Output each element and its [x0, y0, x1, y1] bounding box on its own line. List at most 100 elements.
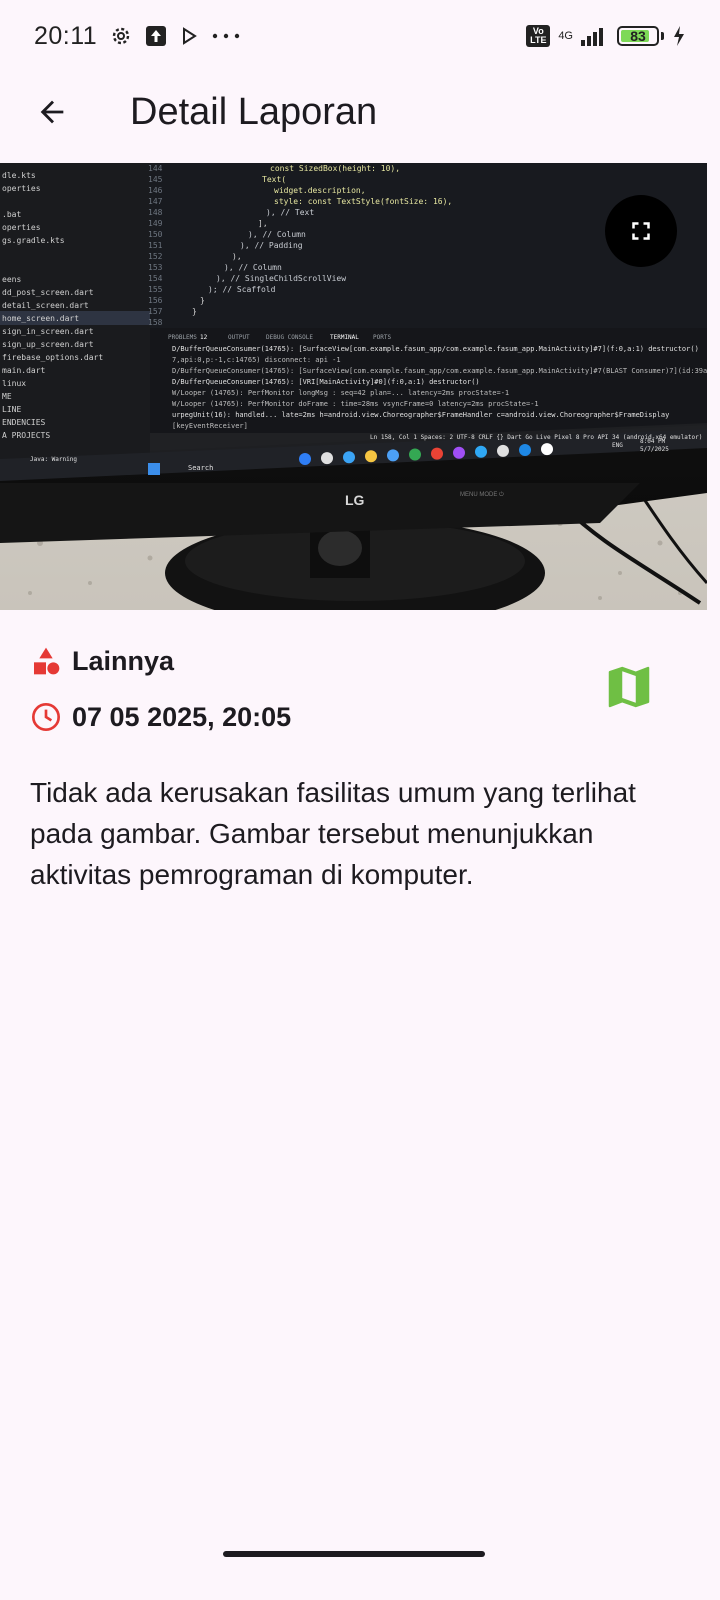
- explorer-item: eens: [2, 275, 21, 284]
- explorer-item: sign_in_screen.dart: [2, 327, 94, 336]
- terminal-line: W/Looper (14765): PerfMonitor longMsg : …: [172, 389, 509, 397]
- datetime-row: 07 05 2025, 20:05: [30, 696, 690, 738]
- panel-tab: DEBUG CONSOLE: [266, 334, 313, 341]
- editor-code-line: ), // Padding: [240, 241, 303, 250]
- terminal-line: D/BufferQueueConsumer(14765): [VRI[MainA…: [172, 378, 480, 386]
- panel-tab: PROBLEMS: [168, 334, 197, 341]
- windows-start-icon: [148, 463, 160, 475]
- volte-badge: Vo LTE: [526, 25, 551, 47]
- editor-line-number: 157: [148, 307, 163, 316]
- taskbar-app-icon: [475, 445, 487, 458]
- editor-code-line: ), // SingleChildScrollView: [216, 274, 346, 283]
- editor-line-number: 149: [148, 219, 163, 228]
- editor-line-number: 150: [148, 230, 163, 239]
- tray-lang: ENG: [612, 442, 623, 449]
- explorer-item: .bat: [2, 210, 21, 219]
- taskbar-app-icon: [299, 453, 311, 465]
- terminal-line: D/BufferQueueConsumer(14765): [SurfaceVi…: [172, 367, 707, 375]
- monitor-brand: LG: [345, 492, 365, 508]
- taskbar-app-icon: [365, 450, 377, 463]
- status-bar: 20:11 Vo LTE 4G 83: [0, 0, 720, 72]
- editor-line-number: 158: [148, 318, 163, 327]
- editor-line-number: 151: [148, 241, 163, 250]
- category-label: Lainnya: [72, 645, 175, 676]
- explorer-item: ENDENCIES: [2, 418, 46, 427]
- taskbar-app-icon: [387, 449, 399, 462]
- explorer-item: home_screen.dart: [2, 314, 79, 323]
- taskbar-app-icon: [453, 446, 465, 459]
- report-info: Lainnya 07 05 2025, 20:05: [30, 640, 690, 738]
- panel-tab: PORTS: [373, 334, 391, 341]
- map-button[interactable]: [602, 660, 656, 714]
- editor-code-line: }: [200, 296, 205, 305]
- gear-icon: [109, 24, 133, 48]
- datetime-label: 07 05 2025, 20:05: [72, 701, 292, 732]
- explorer-item: A PROJECTS: [2, 431, 50, 440]
- page-title: Detail Laporan: [130, 90, 378, 133]
- editor-line-number: 153: [148, 263, 163, 272]
- clock-icon: [32, 703, 60, 731]
- tray-time: 8:04 PM: [640, 438, 666, 445]
- play-store-icon: [179, 26, 199, 46]
- fullscreen-button[interactable]: [605, 195, 677, 267]
- panel-tab: TERMINAL: [330, 334, 359, 341]
- fullscreen-icon: [632, 222, 650, 240]
- taskbar-app-icon: [541, 443, 553, 456]
- taskbar-app-icon: [519, 444, 531, 456]
- category-row: Lainnya: [30, 640, 690, 682]
- editor-line-number: 156: [148, 296, 163, 305]
- gesture-handle[interactable]: [223, 1551, 485, 1557]
- taskbar-app-icon: [431, 447, 443, 460]
- explorer-item: detail_screen.dart: [2, 301, 89, 310]
- terminal-line: [keyEventReceiver]: [172, 422, 248, 430]
- terminal-line: 7,api:0,p:-1,c:14765) disconnect: api -1: [172, 356, 341, 364]
- tray-date: 5/7/2025: [640, 446, 669, 453]
- editor-code-line: ],: [258, 219, 268, 228]
- taskbar-app-icon: [497, 444, 509, 457]
- explorer-item: ME: [2, 392, 12, 401]
- battery-level: 83: [630, 28, 646, 44]
- explorer-item: operties: [2, 223, 41, 232]
- terminal-line: urpegUnit(16): handled... late=2ms h=and…: [172, 411, 669, 419]
- report-description: Tidak ada kerusakan fasilitas umum yang …: [30, 777, 636, 890]
- explorer-item: LINE: [2, 405, 21, 414]
- shapes-icon: [34, 647, 60, 675]
- navigation-area: [0, 1538, 720, 1600]
- editor-code-line: Text(: [262, 175, 286, 184]
- editor-code-line: ), // Text: [266, 208, 314, 217]
- editor-line-number: 147: [148, 197, 163, 206]
- report-photo-image: LG MENU MODE ⏻ 144 145 146 147 148 149 150 151 1…: [0, 163, 707, 610]
- monitor-buttons: MENU MODE ⏻: [460, 491, 504, 498]
- taskbar-app-icon: [343, 451, 355, 464]
- editor-line-number: 144: [148, 164, 163, 173]
- battery-tip: [661, 32, 664, 40]
- terminal-line: D/BufferQueueConsumer(14765): [SurfaceVi…: [172, 345, 699, 353]
- explorer-item: dd_post_screen.dart: [2, 288, 94, 297]
- editor-code-line: }: [192, 307, 197, 316]
- report-photo[interactable]: LG MENU MODE ⏻ 144 145 146 147 148 149 150 151 1…: [0, 163, 707, 610]
- explorer-item: linux: [2, 379, 26, 388]
- explorer-item: firebase_options.dart: [2, 353, 103, 362]
- panel-tab: OUTPUT: [228, 334, 250, 341]
- editor-code-line: ); // Scaffold: [208, 285, 276, 294]
- back-button[interactable]: [22, 82, 82, 142]
- editor-line-number: 155: [148, 285, 163, 294]
- app-bar: Detail Laporan: [0, 72, 720, 152]
- editor-code-line: ),: [232, 252, 242, 261]
- problems-badge: 12: [200, 334, 208, 341]
- taskbar-app-icon: [409, 448, 421, 461]
- editor-line-number: 152: [148, 252, 163, 261]
- upload-icon: [145, 25, 167, 47]
- explorer-item: dle.kts: [2, 171, 36, 180]
- status-left: 20:11: [34, 22, 241, 51]
- editor-line-number: 145: [148, 175, 163, 184]
- explorer-item: main.dart: [2, 366, 46, 375]
- java-warning: Java: Warning: [30, 456, 77, 463]
- editor-line-number: 148: [148, 208, 163, 217]
- status-time: 20:11: [34, 21, 98, 50]
- charging-icon: [672, 25, 686, 47]
- status-right: Vo LTE 4G 83: [526, 25, 686, 47]
- editor-code-line: style: const TextStyle(fontSize: 16),: [274, 197, 452, 206]
- explorer-item: gs.gradle.kts: [2, 236, 65, 245]
- battery-indicator: 83: [617, 26, 659, 46]
